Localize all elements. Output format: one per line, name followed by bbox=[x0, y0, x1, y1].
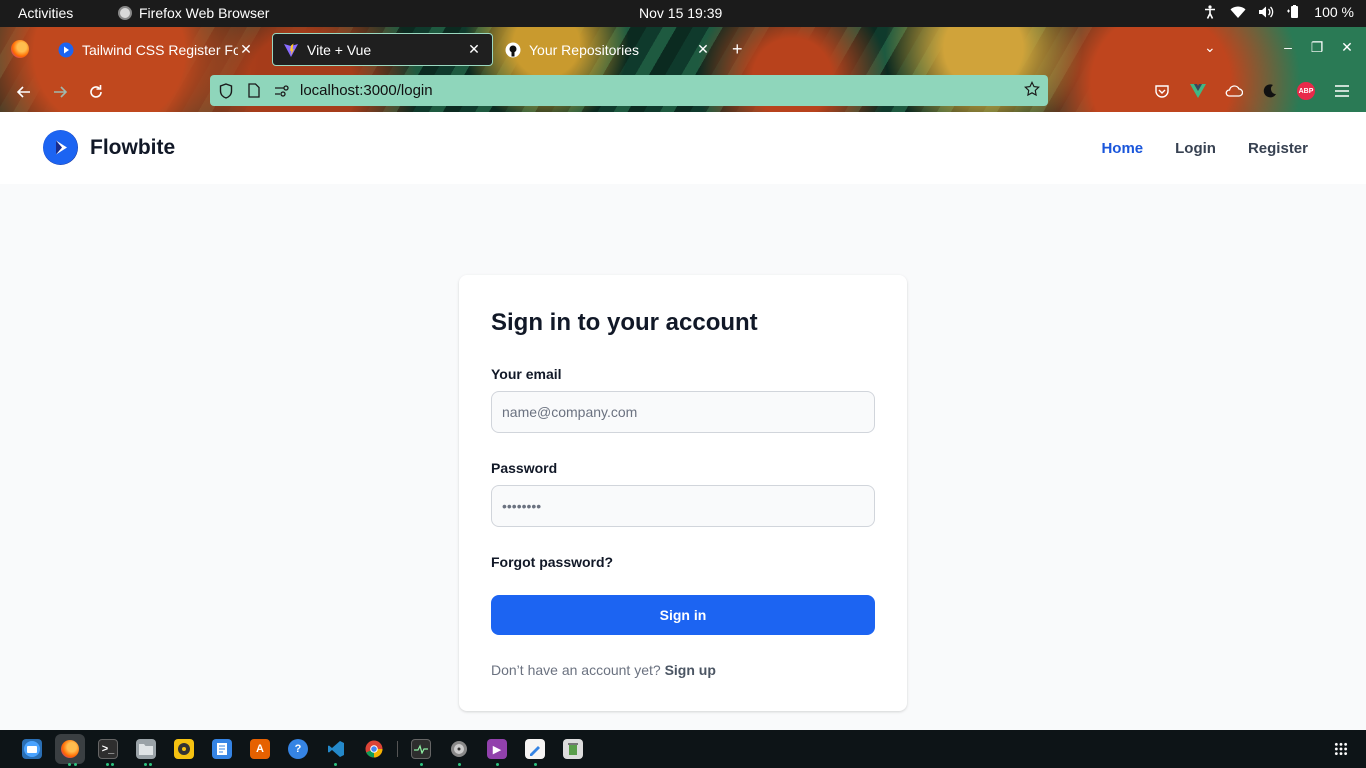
vue-devtools-icon[interactable] bbox=[1188, 81, 1208, 101]
tab-label: Tailwind CSS Register For bbox=[82, 41, 238, 58]
running-indicator bbox=[420, 763, 423, 766]
running-indicator bbox=[106, 763, 109, 766]
running-indicator bbox=[534, 763, 537, 766]
no-account-text: Don’t have an account yet? bbox=[491, 662, 661, 678]
running-indicator bbox=[496, 763, 499, 766]
activities-button[interactable]: Activities bbox=[18, 5, 73, 21]
close-icon[interactable]: ✕ bbox=[695, 41, 711, 58]
trash-icon[interactable] bbox=[563, 739, 583, 759]
flowbite-logo-icon bbox=[43, 130, 78, 165]
close-icon[interactable]: ✕ bbox=[238, 41, 254, 58]
app-store-icon[interactable]: A bbox=[250, 739, 270, 759]
help-icon[interactable]: ? bbox=[288, 739, 308, 759]
running-indicator bbox=[111, 763, 114, 766]
tailwind-register-favicon bbox=[58, 42, 74, 58]
app-menu[interactable]: Firefox Web Browser bbox=[118, 5, 269, 21]
video-player-icon[interactable]: ▶ bbox=[487, 739, 507, 759]
app-name: Firefox Web Browser bbox=[139, 5, 270, 21]
files-icon[interactable] bbox=[136, 739, 156, 759]
forgot-password-link[interactable]: Forgot password? bbox=[491, 554, 613, 570]
running-indicator bbox=[334, 763, 337, 766]
url-text[interactable]: localhost:3000/login bbox=[300, 82, 433, 99]
brand-link[interactable]: Flowbite bbox=[43, 130, 175, 165]
notes-icon[interactable] bbox=[525, 739, 545, 759]
page-icon[interactable] bbox=[246, 83, 262, 99]
running-indicator bbox=[149, 763, 152, 766]
url-bar[interactable]: localhost:3000/login bbox=[210, 75, 1048, 106]
bookmark-star-icon[interactable] bbox=[1024, 80, 1040, 97]
browser-chrome: Tailwind CSS Register For ✕ Vite + Vue ✕… bbox=[0, 27, 1366, 112]
shield-icon[interactable] bbox=[218, 82, 234, 99]
hamburger-menu-icon[interactable] bbox=[1332, 81, 1352, 101]
minimize-icon[interactable]: – bbox=[1280, 39, 1296, 55]
taskbar-dock: >_ A ? ▶ bbox=[0, 730, 1366, 768]
system-top-bar: Activities Firefox Web Browser Nov 15 19… bbox=[0, 0, 1366, 27]
nav-home[interactable]: Home bbox=[1101, 140, 1143, 157]
cloud-extension-icon[interactable] bbox=[1224, 81, 1244, 101]
dock-separator bbox=[397, 741, 398, 757]
maximize-icon[interactable]: ❐ bbox=[1309, 39, 1325, 56]
navigation-toolbar: localhost:3000/login ABP bbox=[0, 71, 1366, 112]
forward-arrow-icon[interactable] bbox=[48, 80, 72, 104]
password-field[interactable] bbox=[491, 485, 875, 527]
show-apps-grid-icon[interactable] bbox=[1334, 742, 1348, 756]
signup-prompt: Don’t have an account yet? Sign up bbox=[491, 662, 716, 678]
nav-login[interactable]: Login bbox=[1175, 140, 1216, 157]
wifi-icon bbox=[1230, 4, 1246, 20]
battery-icon bbox=[1286, 4, 1302, 20]
running-indicator bbox=[68, 763, 71, 766]
chevron-down-icon[interactable]: ⌄ bbox=[1204, 39, 1216, 56]
system-tray[interactable]: 100 % bbox=[1202, 4, 1354, 20]
accessibility-icon[interactable] bbox=[1202, 4, 1218, 20]
permissions-icon[interactable] bbox=[274, 83, 290, 99]
dark-mode-icon[interactable] bbox=[1260, 81, 1280, 101]
vite-favicon bbox=[283, 42, 299, 58]
firefox-view-icon[interactable] bbox=[11, 40, 29, 58]
battery-percent: 100 % bbox=[1314, 4, 1354, 20]
running-indicator bbox=[458, 763, 461, 766]
firefox-dock-icon[interactable] bbox=[55, 734, 85, 764]
text-editor-icon[interactable] bbox=[212, 739, 232, 759]
site-menu: Home Login Register bbox=[1101, 140, 1308, 157]
vscode-icon[interactable] bbox=[326, 739, 346, 759]
email-label: Your email bbox=[491, 366, 562, 382]
reload-icon[interactable] bbox=[84, 80, 108, 104]
clock[interactable]: Nov 15 19:39 bbox=[639, 5, 722, 21]
github-favicon bbox=[505, 42, 521, 58]
adblock-plus-icon[interactable]: ABP bbox=[1296, 81, 1316, 101]
tab-github-repositories[interactable]: Your Repositories ✕ bbox=[495, 33, 721, 66]
page-title: Sign in to your account bbox=[491, 309, 758, 336]
back-arrow-icon[interactable] bbox=[12, 80, 36, 104]
password-label: Password bbox=[491, 460, 558, 476]
tab-vite-vue[interactable]: Vite + Vue ✕ bbox=[272, 33, 493, 66]
new-tab-button[interactable]: + bbox=[732, 39, 743, 60]
email-field[interactable] bbox=[491, 391, 875, 433]
rhythmbox-icon[interactable] bbox=[174, 739, 194, 759]
tab-label: Vite + Vue bbox=[307, 41, 372, 58]
volume-icon bbox=[1258, 4, 1274, 20]
tab-label: Your Repositories bbox=[529, 41, 639, 58]
brand-name: Flowbite bbox=[90, 135, 176, 159]
disks-icon[interactable] bbox=[449, 739, 469, 759]
sign-in-button[interactable]: Sign in bbox=[491, 595, 875, 635]
sign-up-link[interactable]: Sign up bbox=[665, 662, 716, 678]
chrome-icon[interactable] bbox=[364, 739, 384, 759]
tab-tailwind-register[interactable]: Tailwind CSS Register For ✕ bbox=[48, 33, 264, 66]
close-window-icon[interactable]: ✕ bbox=[1339, 39, 1355, 56]
login-card: Sign in to your account Your email Passw… bbox=[459, 275, 907, 711]
nav-register[interactable]: Register bbox=[1248, 140, 1308, 157]
terminal-icon[interactable]: >_ bbox=[98, 739, 118, 759]
running-indicator bbox=[144, 763, 147, 766]
tab-strip: Tailwind CSS Register For ✕ Vite + Vue ✕… bbox=[0, 27, 1366, 71]
system-monitor-icon[interactable] bbox=[411, 739, 431, 759]
files-desktop-icon[interactable] bbox=[22, 739, 42, 759]
firefox-small-icon bbox=[118, 6, 132, 20]
close-icon[interactable]: ✕ bbox=[466, 41, 482, 58]
site-navbar: Flowbite Home Login Register bbox=[0, 112, 1366, 184]
pocket-icon[interactable] bbox=[1152, 81, 1172, 101]
running-indicator bbox=[74, 763, 77, 766]
